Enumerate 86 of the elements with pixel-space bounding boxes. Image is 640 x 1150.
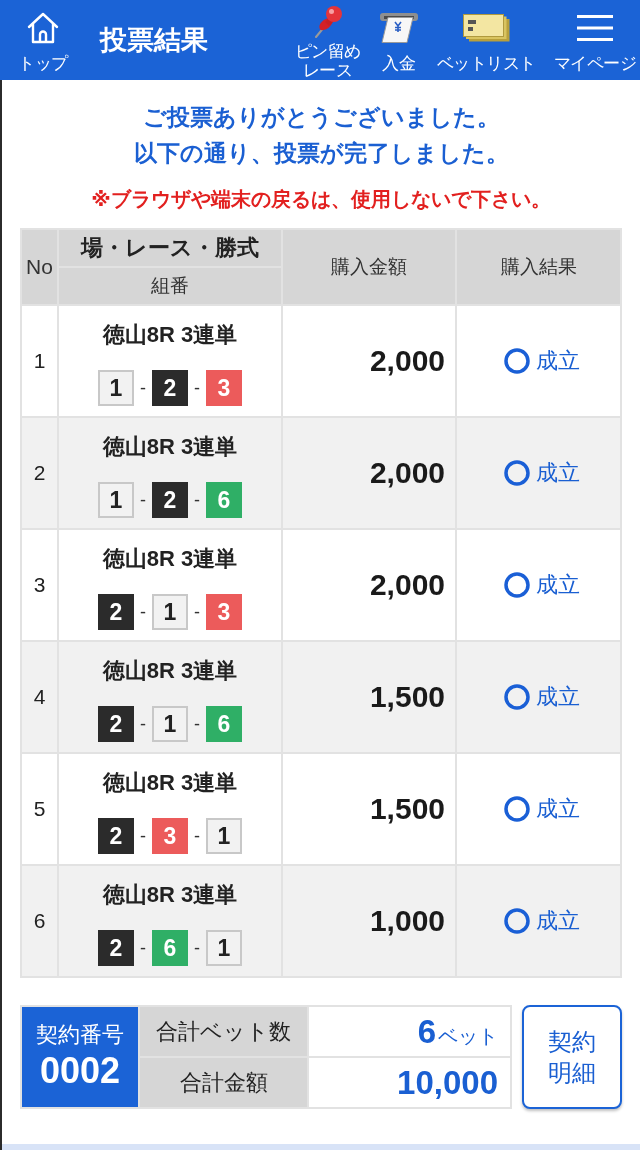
column-header: No xyxy=(22,230,57,304)
boat-number-badge: 1 xyxy=(98,370,134,406)
summary-value: 10,000 xyxy=(397,1063,498,1102)
dash-separator: - xyxy=(193,825,201,847)
result-text: 成立 xyxy=(535,571,580,599)
boat-number-badge: 1 xyxy=(98,482,134,518)
race-label: 徳山8R 3連単 xyxy=(102,658,238,684)
column-header: 購入結果 xyxy=(457,230,620,304)
page-title: 投票結果 xyxy=(99,24,208,57)
menu-icon xyxy=(576,14,613,41)
dash-separator: - xyxy=(193,601,201,623)
result-text: 成立 xyxy=(535,795,580,823)
thank-you-message: ご投票ありがとうございました。 xyxy=(142,103,500,132)
result-text: 成立 xyxy=(535,347,580,375)
result-text: 成立 xyxy=(535,907,580,935)
table-cell: 2,000 xyxy=(283,418,455,528)
circle-icon xyxy=(503,572,530,598)
summary-label: 合計金額 xyxy=(140,1058,307,1107)
column-header: 場・レース・勝式 xyxy=(59,230,281,266)
boat-number-badge: 6 xyxy=(206,706,242,742)
boat-number-badge: 6 xyxy=(152,930,188,966)
contract-details-button[interactable]: 契約 明細 xyxy=(522,1005,622,1109)
dash-separator: - xyxy=(193,489,201,511)
table-cell: 2 xyxy=(22,418,57,528)
circle-icon xyxy=(503,348,530,374)
boat-number-badge: 6 xyxy=(206,482,242,518)
summary-label: 合計ベット数 xyxy=(140,1007,307,1056)
bet-list-link[interactable]: ベットリスト xyxy=(436,0,536,73)
contract-label: 契約番号 xyxy=(36,1021,124,1049)
table-cell: 2,000 xyxy=(283,530,455,640)
circle-icon xyxy=(503,796,530,822)
dash-separator: - xyxy=(139,937,147,959)
pushpin-icon xyxy=(312,5,343,38)
table-cell: 1,500 xyxy=(283,754,455,864)
dash-separator: - xyxy=(193,937,201,959)
home-icon xyxy=(25,11,60,44)
dash-separator: - xyxy=(139,489,147,511)
boat-number-badge: 1 xyxy=(206,818,242,854)
race-label: 徳山8R 3連単 xyxy=(102,882,238,908)
boat-number-badge: 2 xyxy=(98,930,134,966)
summary-value: 6ベット xyxy=(417,1012,498,1051)
column-header: 組番 xyxy=(59,268,281,304)
boat-number-badge: 1 xyxy=(206,930,242,966)
home-link[interactable]: トップ xyxy=(18,0,68,73)
table-cell: 3 xyxy=(22,530,57,640)
table-cell: 6 xyxy=(22,866,57,976)
column-header: 購入金額 xyxy=(283,230,455,304)
deposit-link[interactable]: 入金 xyxy=(378,0,419,73)
boat-number-badge: 3 xyxy=(206,594,242,630)
boat-number-badge: 2 xyxy=(98,594,134,630)
table-cell: 4 xyxy=(22,642,57,752)
cash-machine-icon xyxy=(378,12,419,43)
circle-icon xyxy=(503,908,530,934)
boat-number-badge: 1 xyxy=(152,594,188,630)
table-cell: 1,500 xyxy=(283,642,455,752)
boat-number-badge: 1 xyxy=(152,706,188,742)
result-text: 成立 xyxy=(535,683,580,711)
boat-number-badge: 2 xyxy=(98,818,134,854)
pinned-races-link[interactable]: ピン留め レース xyxy=(294,0,361,80)
boat-number-badge: 2 xyxy=(98,706,134,742)
my-page-link[interactable]: マイページ xyxy=(553,0,636,73)
thank-you-message: 以下の通り、投票が完了しました。 xyxy=(133,139,509,168)
dash-separator: - xyxy=(139,601,147,623)
contract-number: 0002 xyxy=(39,1049,121,1093)
warning-message: ※ブラウザや端末の戻るは、使用しないで下さい。 xyxy=(91,187,551,212)
table-cell: 1,000 xyxy=(283,866,455,976)
dash-separator: - xyxy=(139,377,147,399)
dash-separator: - xyxy=(193,713,201,735)
dash-separator: - xyxy=(139,825,147,847)
dash-separator: - xyxy=(139,713,147,735)
table-cell: 5 xyxy=(22,754,57,864)
boat-number-badge: 2 xyxy=(152,370,188,406)
boat-number-badge: 2 xyxy=(152,482,188,518)
race-label: 徳山8R 3連単 xyxy=(102,322,238,348)
race-label: 徳山8R 3連単 xyxy=(102,546,238,572)
race-label: 徳山8R 3連単 xyxy=(102,770,238,796)
table-cell: 1 xyxy=(22,306,57,416)
circle-icon xyxy=(503,684,530,710)
result-text: 成立 xyxy=(535,459,580,487)
race-label: 徳山8R 3連単 xyxy=(102,434,238,460)
dash-separator: - xyxy=(193,377,201,399)
circle-icon xyxy=(503,460,530,486)
ticket-stack-icon xyxy=(462,13,510,42)
boat-number-badge: 3 xyxy=(206,370,242,406)
table-cell: 2,000 xyxy=(283,306,455,416)
boat-number-badge: 3 xyxy=(152,818,188,854)
